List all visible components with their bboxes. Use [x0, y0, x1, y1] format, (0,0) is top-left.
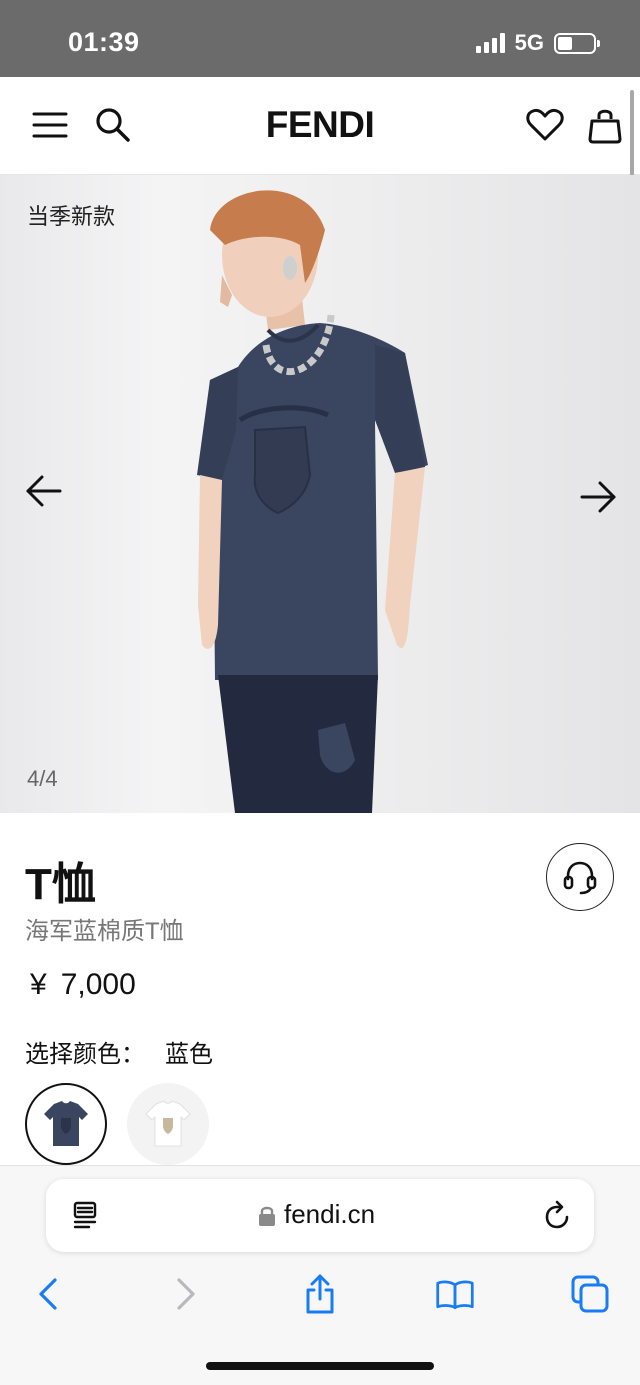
customer-service-icon[interactable]	[546, 843, 614, 911]
product-price: ¥7,000	[30, 968, 136, 1002]
url-text[interactable]: fendi.cn	[284, 1199, 375, 1230]
status-time: 01:39	[68, 27, 140, 57]
browser-toolbar: fendi.cn	[0, 1165, 640, 1385]
product-title: T恤	[25, 860, 96, 909]
color-label: 选择颜色：	[25, 1041, 145, 1068]
bag-icon[interactable]	[585, 105, 625, 145]
color-swatch-navy[interactable]	[25, 1083, 107, 1165]
battery-icon	[554, 32, 600, 54]
currency-symbol: ¥	[30, 968, 47, 1001]
site-header: FENDI	[0, 77, 640, 175]
back-icon[interactable]	[28, 1274, 68, 1314]
lock-icon	[258, 1205, 276, 1232]
status-indicators: 5G	[475, 30, 600, 56]
reload-icon[interactable]	[542, 1199, 572, 1236]
status-bar: 01:39 5G	[0, 0, 640, 77]
forward-icon[interactable]	[166, 1274, 206, 1314]
price-value: 7,000	[60, 968, 136, 1001]
image-counter: 4/4	[27, 766, 58, 791]
selected-color: 蓝色	[165, 1041, 213, 1068]
network-label: 5G	[514, 30, 544, 55]
reader-mode-icon[interactable]	[70, 1199, 102, 1236]
prev-image-arrow-icon[interactable]	[24, 471, 64, 511]
new-season-tag: 当季新款	[27, 204, 116, 229]
next-image-arrow-icon[interactable]	[578, 477, 618, 517]
color-selector-label: 选择颜色： 蓝色	[25, 1034, 213, 1069]
tabs-icon[interactable]	[570, 1274, 610, 1314]
product-subtitle: 海军蓝棉质T恤	[25, 918, 184, 945]
color-swatch-white[interactable]	[127, 1083, 209, 1165]
share-icon[interactable]	[300, 1274, 340, 1314]
bookmarks-icon[interactable]	[435, 1274, 475, 1314]
product-photo	[197, 190, 428, 813]
heart-icon[interactable]	[525, 105, 565, 145]
address-bar[interactable]: fendi.cn	[46, 1179, 594, 1252]
product-image-carousel[interactable]: 当季新款 4/4	[0, 175, 640, 813]
signal-icon	[475, 33, 505, 53]
home-indicator[interactable]	[206, 1362, 434, 1370]
